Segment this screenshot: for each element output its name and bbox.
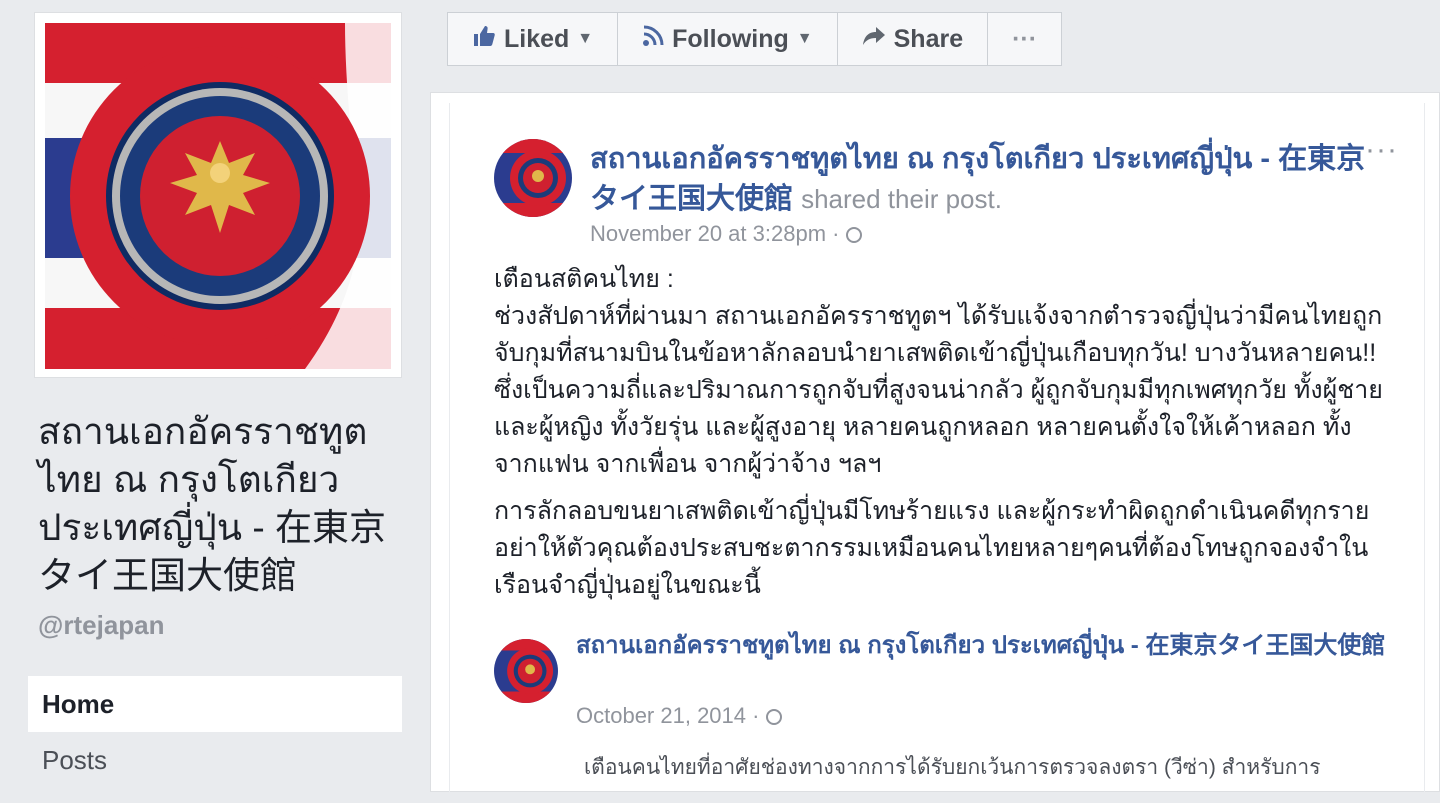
liked-label: Liked [504,24,570,53]
post-paragraph-1: เตือนสติคนไทย : ช่วงสัปดาห์ที่ผ่านมา สถา… [494,265,1383,478]
more-options-button[interactable]: ··· [988,13,1061,65]
share-arrow-icon [862,25,886,54]
shared-post-author-link[interactable]: สถานเอกอัครราชทูตไทย ณ กรุงโตเกียว ประเท… [576,629,1396,663]
rss-icon [642,25,664,54]
globe-icon [845,227,862,244]
caret-down-icon: ▼ [577,30,594,47]
globe-icon [765,709,782,726]
following-label: Following [672,24,789,53]
more-dots-icon: ··· [1012,24,1038,53]
post-header: สถานเอกอัครราชทูตไทย ณ กรุงโตเกียว ประเท… [590,139,1370,219]
shared-their-post-text: shared their post. [801,184,1002,214]
profile-picture-frame [34,12,402,378]
shared-post-timestamp-link[interactable]: October 21, 2014 · [576,703,759,728]
nav-item-posts[interactable]: Posts [28,732,402,788]
share-label: Share [893,24,964,53]
post-timestamp-link[interactable]: November 20 at 3:28pm · [590,221,839,246]
shared-author-avatar[interactable] [494,639,558,703]
post-inner: สถานเอกอัครราชทูตไทย ณ กรุงโตเกียว ประเท… [449,103,1425,803]
royal-thai-embassy-logo-icon [45,23,391,369]
author-avatar[interactable] [494,139,572,217]
post-card: สถานเอกอัครราชทูตไทย ณ กรุงโตเกียว ประเท… [430,92,1440,803]
page-nav: Home Posts [28,676,402,788]
post-body: เตือนสติคนไทย : ช่วงสัปดาห์ที่ผ่านมา สถา… [494,261,1394,614]
nav-item-home[interactable]: Home [28,676,402,732]
post-timestamp: November 20 at 3:28pm · [590,221,862,247]
thumbs-up-icon [472,24,496,55]
page-name[interactable]: สถานเอกอัครราชทูตไทย ณ กรุงโตเกียว ประเท… [38,408,398,600]
profile-picture[interactable] [45,23,391,369]
liked-button[interactable]: Liked ▼ [448,13,619,65]
embassy-avatar-icon [494,639,558,703]
embassy-avatar-icon [494,139,572,217]
post-paragraph-2: การลักลอบขนยาเสพติดเข้าญี่ปุ่นมีโทษร้ายแ… [494,497,1370,599]
post-more-button[interactable]: ··· [1365,133,1398,167]
page-sidebar: สถานเอกอัครราชทูตไทย ณ กรุงโตเกียว ประเท… [0,0,420,779]
shared-post-timestamp: October 21, 2014 · [576,703,782,729]
share-button[interactable]: Share [838,13,989,65]
page-action-bar: Liked ▼ Following ▼ Share ··· [447,12,1063,66]
caret-down-icon: ▼ [796,30,813,47]
page-handle[interactable]: @rtejapan [38,610,165,641]
following-button[interactable]: Following ▼ [618,13,838,65]
